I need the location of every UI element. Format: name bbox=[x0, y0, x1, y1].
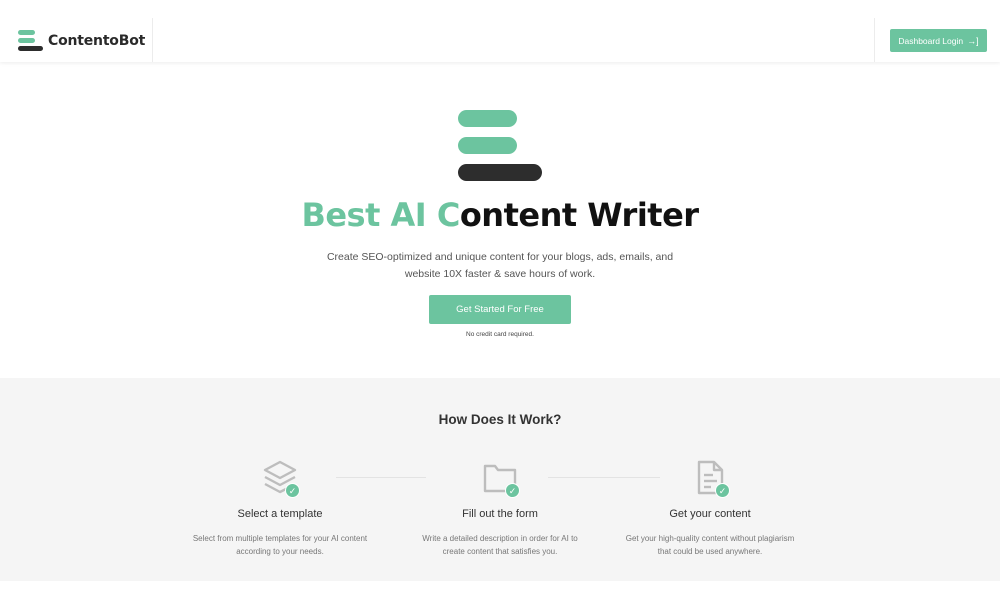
brand[interactable]: ContentoBot bbox=[0, 18, 153, 62]
step-title: Select a template bbox=[237, 508, 323, 520]
cta-note: No credit card required. bbox=[466, 331, 534, 338]
hero-title-rest: ontent Writer bbox=[459, 196, 699, 234]
step-desc: Write a detailed description in order fo… bbox=[422, 534, 578, 556]
check-icon: ✓ bbox=[505, 483, 520, 498]
check-icon: ✓ bbox=[715, 483, 730, 498]
dashboard-login-button[interactable]: Dashboard Login →] bbox=[890, 29, 987, 52]
document-icon: ✓ bbox=[690, 458, 730, 498]
dashboard-login-label: Dashboard Login bbox=[898, 35, 964, 46]
get-started-button[interactable]: Get Started For Free bbox=[429, 295, 571, 324]
how-title: How Does It Work? bbox=[438, 412, 562, 427]
hero-logo-icon bbox=[458, 110, 542, 182]
hero-title-accent: Best AI C bbox=[301, 196, 460, 234]
hero-subtitle: Create SEO-optimized and unique content … bbox=[326, 251, 674, 280]
folder-icon: ✓ bbox=[480, 458, 520, 498]
hero-title: Best AI Content Writer bbox=[0, 196, 1000, 234]
site-header: ContentoBot Dashboard Login →] bbox=[0, 0, 1000, 62]
step-title: Fill out the form bbox=[462, 508, 538, 520]
logo-icon bbox=[18, 30, 44, 52]
layers-icon: ✓ bbox=[260, 458, 300, 498]
brand-name: ContentoBot bbox=[48, 33, 146, 49]
step-title: Get your content bbox=[669, 508, 751, 520]
how-it-works-section: How Does It Work? ✓ Select a template Se… bbox=[0, 378, 1000, 581]
step-desc: Select from multiple templates for your … bbox=[192, 534, 368, 556]
login-arrow-icon: →] bbox=[967, 35, 979, 46]
step-fill-form: ✓ Fill out the form Write a detailed des… bbox=[400, 458, 600, 558]
check-icon: ✓ bbox=[285, 483, 300, 498]
step-get-content: ✓ Get your content Get your high-quality… bbox=[610, 458, 810, 558]
step-select-template: ✓ Select a template Select from multiple… bbox=[180, 458, 380, 558]
step-desc: Get your high-quality content without pl… bbox=[625, 534, 795, 556]
